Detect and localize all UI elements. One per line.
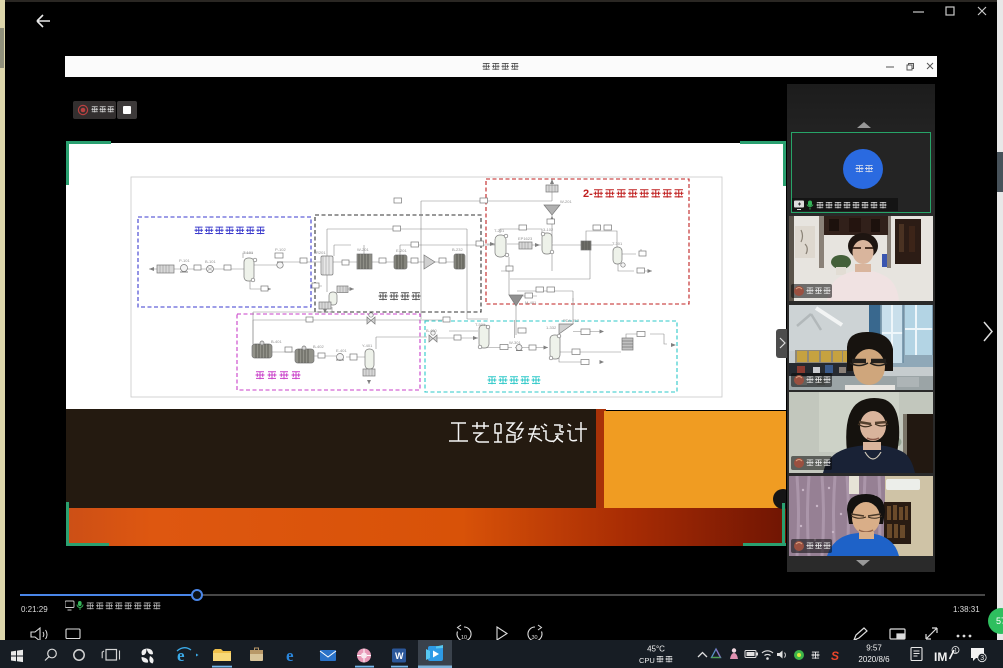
svg-text:B-101: B-101 [205,259,216,264]
svg-text:T-301: T-301 [612,241,623,246]
svg-text:B-402: B-402 [313,344,324,349]
svg-text:45°C: 45°C [647,645,665,654]
svg-text:Y-401: Y-401 [362,343,373,348]
svg-text:M-401: M-401 [525,300,537,305]
svg-text:9:57: 9:57 [866,644,882,653]
svg-text:T-101: T-101 [243,250,254,255]
svg-text:1: 1 [954,649,958,655]
svg-text:PDA-712: PDA-712 [563,318,580,323]
svg-text:IM: IM [934,650,947,664]
svg-text:CPU: CPU [639,656,655,665]
svg-text:2-: 2- [583,188,593,200]
svg-text:e: e [286,646,294,665]
svg-text:3: 3 [980,655,984,662]
svg-text:W-201: W-201 [357,247,369,252]
svg-text:1-332: 1-332 [546,325,557,330]
svg-text:W-301: W-301 [509,340,521,345]
svg-text:P-101: P-101 [179,258,190,263]
svg-text:W-201: W-201 [560,199,572,204]
svg-text:W: W [395,651,404,661]
svg-text:S: S [831,649,839,663]
svg-text:B-401: B-401 [271,339,282,344]
svg-text:2020/8/6: 2020/8/6 [858,655,890,664]
svg-text:E-201: E-201 [396,248,407,253]
svg-text:R201: R201 [316,250,326,255]
svg-text:T-501: T-501 [475,322,486,327]
svg-text:B-232: B-232 [452,247,463,252]
svg-text:B-400: B-400 [426,328,437,333]
svg-text:E-401: E-401 [336,348,347,353]
svg-text:3-102: 3-102 [543,227,554,232]
svg-text:EP1623: EP1623 [518,236,533,241]
svg-text:P-102: P-102 [275,247,286,252]
svg-text:T-201: T-201 [494,228,505,233]
